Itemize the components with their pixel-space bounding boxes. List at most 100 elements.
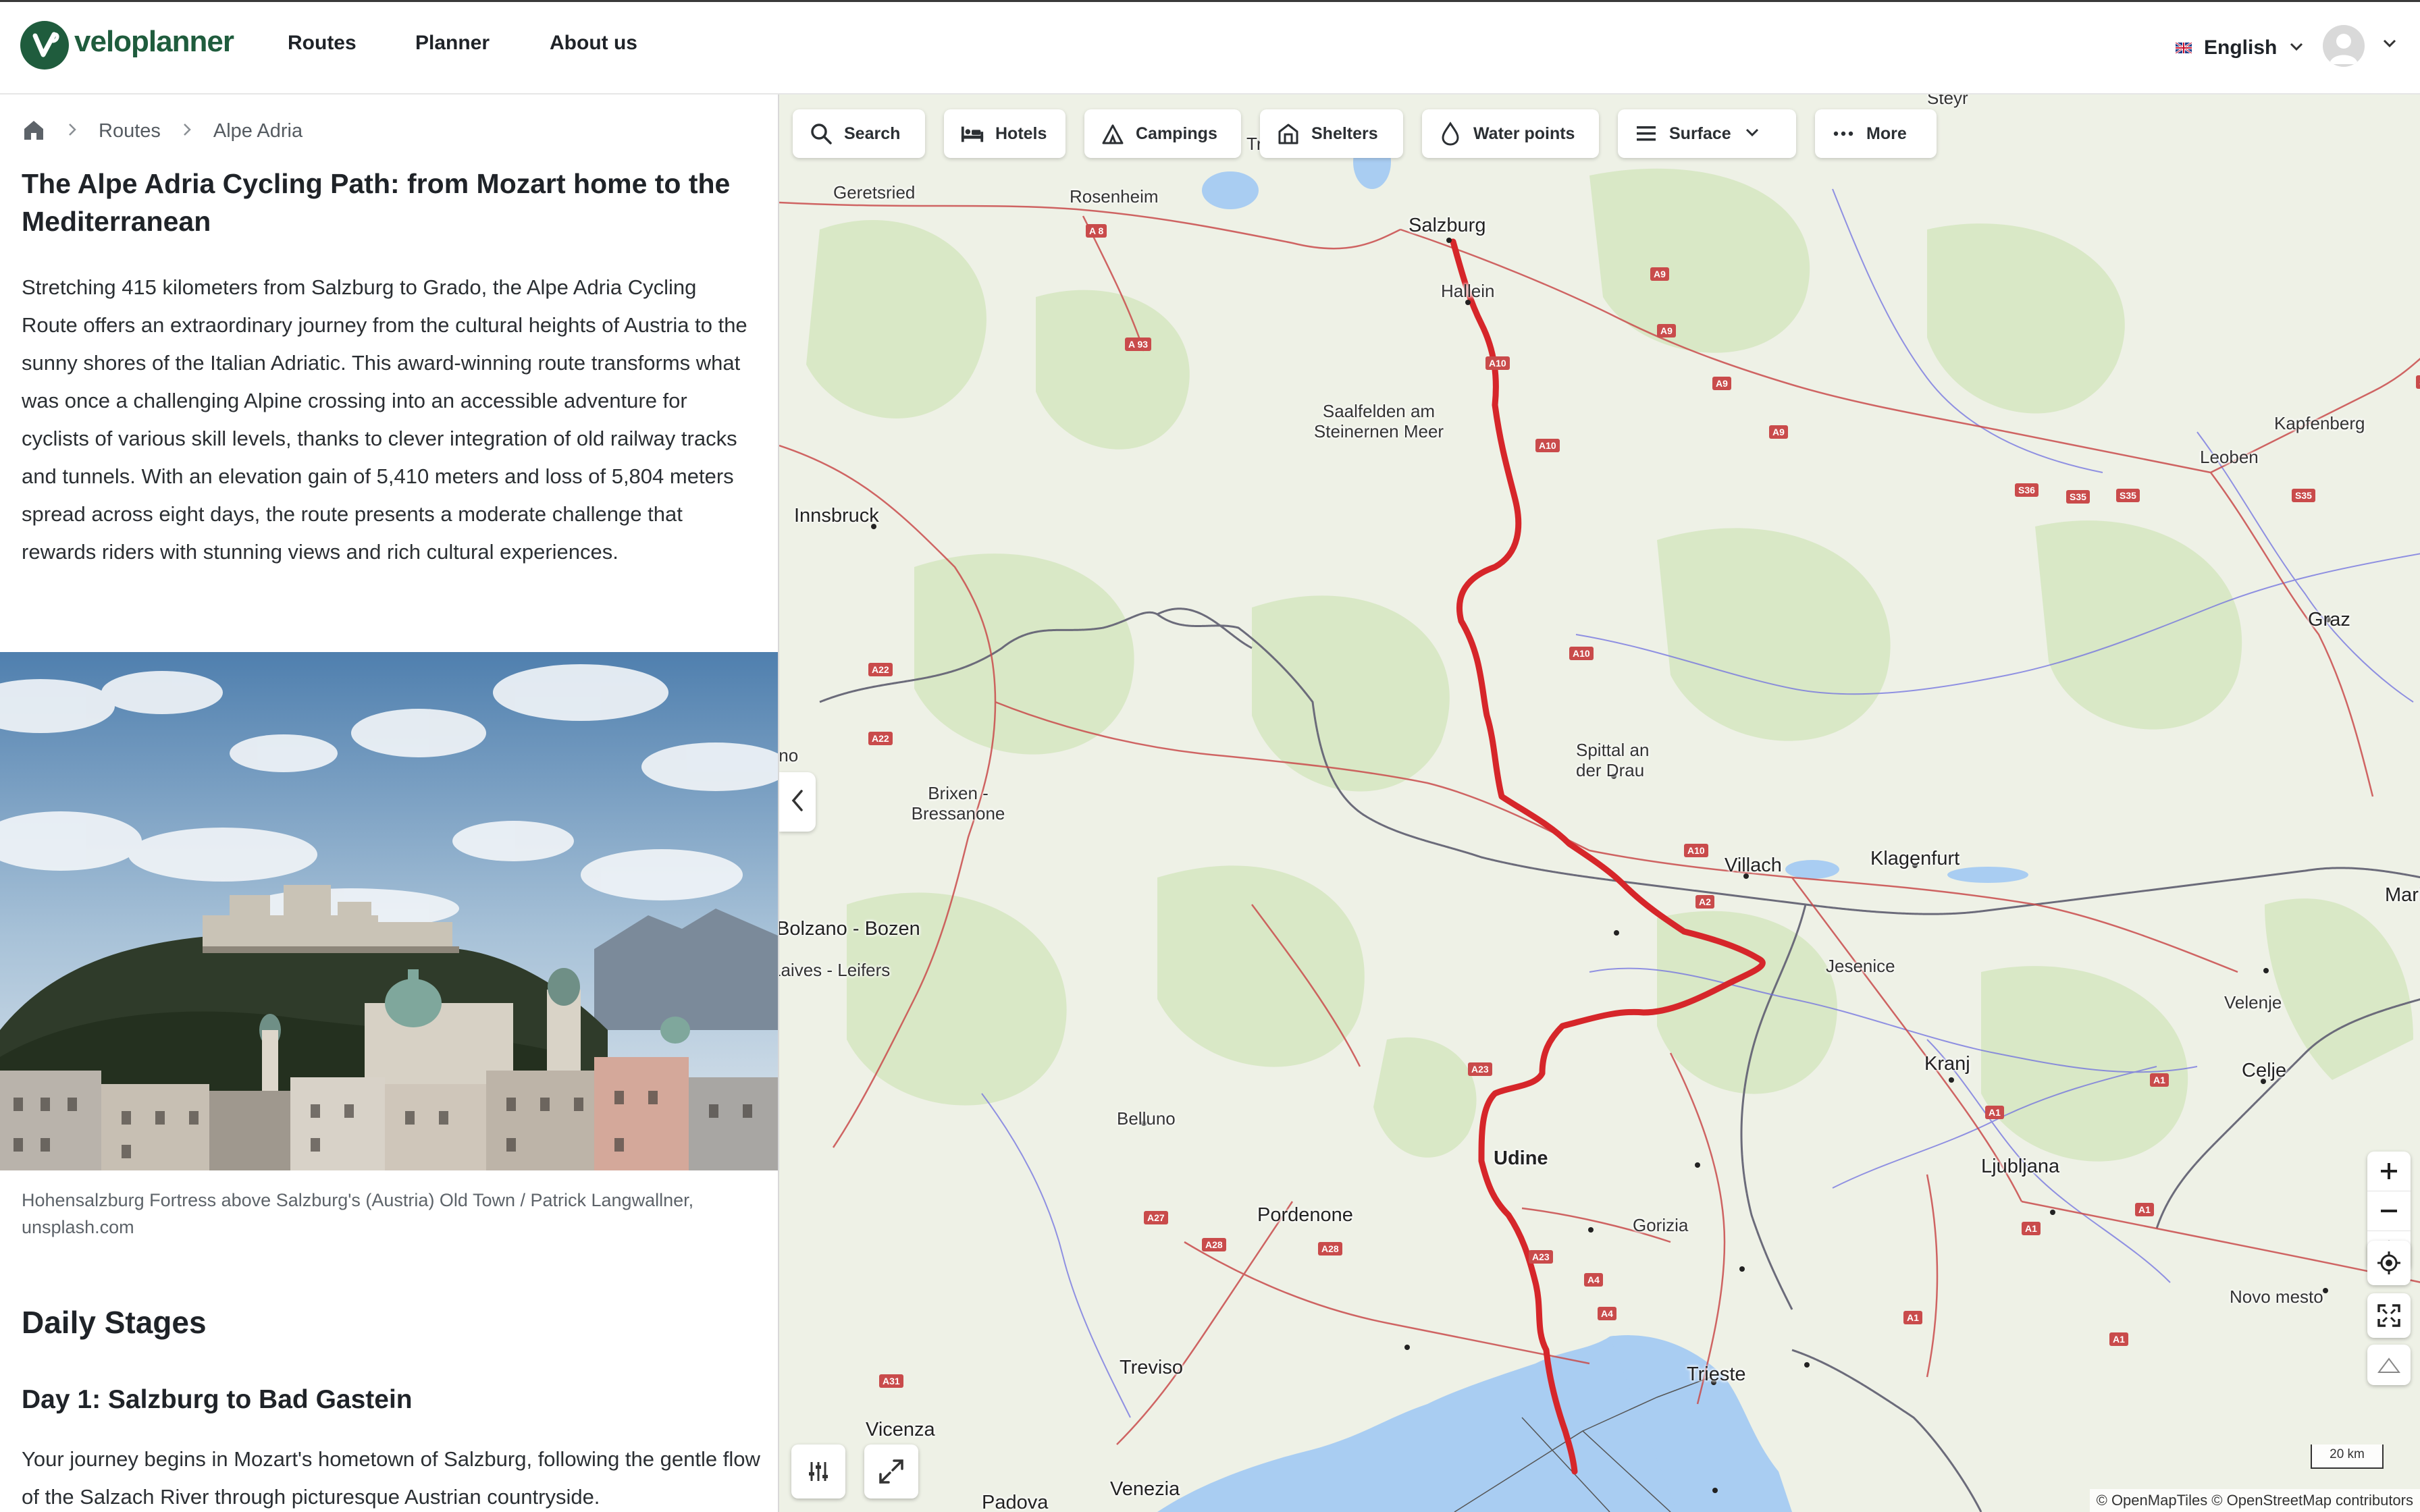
map-label-graz: Graz: [2308, 609, 2350, 630]
nav-planner[interactable]: Planner: [415, 32, 490, 55]
road-shield: A10: [1569, 647, 1594, 660]
hotels-filter-chip[interactable]: Hotels: [944, 109, 1066, 158]
map-label-innsbruck: Innsbruck: [794, 505, 879, 526]
search-chip-label: Search: [844, 124, 901, 143]
road-shield: S35: [2066, 490, 2090, 504]
bed-icon: [960, 122, 984, 146]
uk-flag-icon: [2176, 43, 2192, 53]
lines-icon: [1634, 122, 1658, 146]
road-shield: A10: [1485, 356, 1510, 370]
map-label-saalfelden: Saalfelden am Steinernen Meer: [1313, 401, 1444, 441]
map-label-spittal: Spittal an der Drau: [1576, 740, 1650, 780]
road-shield: A22: [868, 732, 893, 745]
road-shield: A4: [1584, 1273, 1603, 1287]
road-shield: A28: [1318, 1242, 1342, 1256]
road-shield: A23: [1529, 1250, 1553, 1264]
road-shield: A28: [1202, 1238, 1226, 1251]
minus-icon: [2381, 1210, 2397, 1212]
language-selector[interactable]: English: [2176, 34, 2304, 61]
terrain-button[interactable]: [2367, 1345, 2411, 1385]
locate-icon: [2377, 1251, 2400, 1274]
zoom-out-button[interactable]: [2367, 1191, 2411, 1231]
map-label-merano: Merano: [779, 745, 799, 765]
campings-filter-chip[interactable]: Campings: [1084, 109, 1241, 158]
shelters-filter-chip[interactable]: Shelters: [1260, 109, 1403, 158]
map-canvas[interactable]: [779, 94, 2420, 1512]
map-label-steyr: Steyr: [1927, 94, 1968, 108]
page-title: The Alpe Adria Cycling Path: from Mozart…: [22, 168, 731, 237]
day-1-paragraph: Your journey begins in Mozart's hometown…: [22, 1447, 760, 1509]
surface-filter-chip[interactable]: Surface: [1618, 109, 1796, 158]
map-label-jesenice: Jesenice: [1826, 956, 1895, 976]
map-label-brixen: Brixen - Bressanone: [911, 783, 1005, 824]
road-shield: A2: [1695, 895, 1714, 909]
expand-map-button[interactable]: [864, 1444, 918, 1498]
nav-routes[interactable]: Routes: [288, 32, 357, 55]
road-shield: A9: [1712, 377, 1731, 390]
map-label-laives: Laives - Leifers: [778, 960, 891, 980]
water-points-filter-chip[interactable]: Water points: [1422, 109, 1599, 158]
map-label-trieste: Trieste: [1687, 1364, 1746, 1385]
road-shield: S6: [2416, 375, 2420, 389]
road-shield: S35: [2116, 489, 2140, 502]
map-label-klagenfurt: Klagenfurt: [1870, 848, 1960, 869]
brand-name[interactable]: veloplanner: [74, 25, 234, 59]
map-attribution[interactable]: © OpenMapTiles © OpenStreetMap contribut…: [2089, 1489, 2420, 1512]
top-navigation-bar: veloplanner Routes Planner About us Engl…: [0, 0, 2420, 94]
road-shield: A22: [868, 663, 893, 676]
map-label-celje: Celje: [2242, 1060, 2287, 1081]
chevron-down-icon: [2289, 42, 2304, 55]
collapse-panel-button[interactable]: [779, 772, 816, 832]
road-shield: A1: [2022, 1222, 2041, 1235]
mountain-icon: [2377, 1357, 2400, 1373]
account-chevron-down-icon[interactable]: [2382, 38, 2397, 51]
zoom-in-button[interactable]: [2367, 1152, 2411, 1191]
map-scale: 20 km: [2311, 1444, 2384, 1469]
map-settings-button[interactable]: [791, 1444, 845, 1498]
salzburg-hero-image: [0, 652, 778, 1170]
home-icon[interactable]: [22, 118, 46, 144]
road-shield: S35: [2292, 489, 2315, 502]
sliders-icon: [809, 1462, 828, 1481]
road-shield: A9: [1657, 324, 1676, 338]
plus-icon: [2381, 1163, 2397, 1179]
more-chip-label: More: [1866, 124, 1907, 143]
road-shield: A 93: [1125, 338, 1152, 351]
map-label-bolzano: Bolzano - Bozen: [778, 918, 920, 940]
image-caption: Hohensalzburg Fortress above Salzburg's …: [22, 1190, 694, 1237]
locate-me-button[interactable]: [2367, 1241, 2411, 1285]
tent-icon: [1101, 122, 1125, 146]
map-label-vicenza: Vicenza: [866, 1419, 935, 1440]
fullscreen-button[interactable]: [2367, 1293, 2411, 1338]
map-label-ljubljana: Ljubljana: [1981, 1156, 2060, 1177]
search-icon: [809, 122, 833, 146]
search-filter-chip[interactable]: Search: [793, 109, 925, 158]
fullscreen-icon: [2377, 1304, 2400, 1327]
nav-about-us[interactable]: About us: [550, 32, 637, 55]
route-article-panel: Routes Alpe Adria The Alpe Adria Cycling…: [0, 94, 778, 1512]
shelter-icon: [1276, 122, 1300, 146]
map-label-leoben: Leoben: [2200, 447, 2259, 467]
map-label-novo-mesto: Novo mesto: [2230, 1287, 2323, 1307]
road-shield: A10: [1684, 844, 1708, 857]
day-1-heading: Day 1: Salzburg to Bad Gastein: [22, 1385, 413, 1414]
route-map[interactable]: A 8 A 93 A10 A10 A9 A9 A9 A9 A10 A10 A2 A22 A22 A23 A2…: [778, 94, 2420, 1512]
user-avatar[interactable]: [2323, 25, 2365, 67]
road-shield: A1: [2135, 1203, 2154, 1216]
more-filter-chip[interactable]: More: [1815, 109, 1937, 158]
expand-arrows-icon: [879, 1459, 903, 1484]
chevron-left-icon: [791, 789, 804, 815]
map-label-rosenheim: Rosenheim: [1070, 186, 1159, 207]
intro-paragraph: Stretching 415 kilometers from Salzburg …: [22, 275, 747, 564]
veloplanner-logo-icon[interactable]: [20, 21, 69, 70]
breadcrumb-routes[interactable]: Routes: [99, 120, 161, 142]
map-label-treviso: Treviso: [1120, 1357, 1183, 1378]
road-shield: A27: [1144, 1211, 1168, 1224]
map-label-kranj: Kranj: [1924, 1053, 1970, 1075]
map-label-gorizia: Gorizia: [1633, 1215, 1689, 1235]
map-label-venezia: Venezia: [1110, 1478, 1180, 1500]
shelters-chip-label: Shelters: [1311, 124, 1378, 143]
road-shield: S36: [2015, 483, 2038, 497]
road-shield: A4: [1598, 1307, 1616, 1320]
map-label-udine: Udine: [1494, 1148, 1548, 1169]
